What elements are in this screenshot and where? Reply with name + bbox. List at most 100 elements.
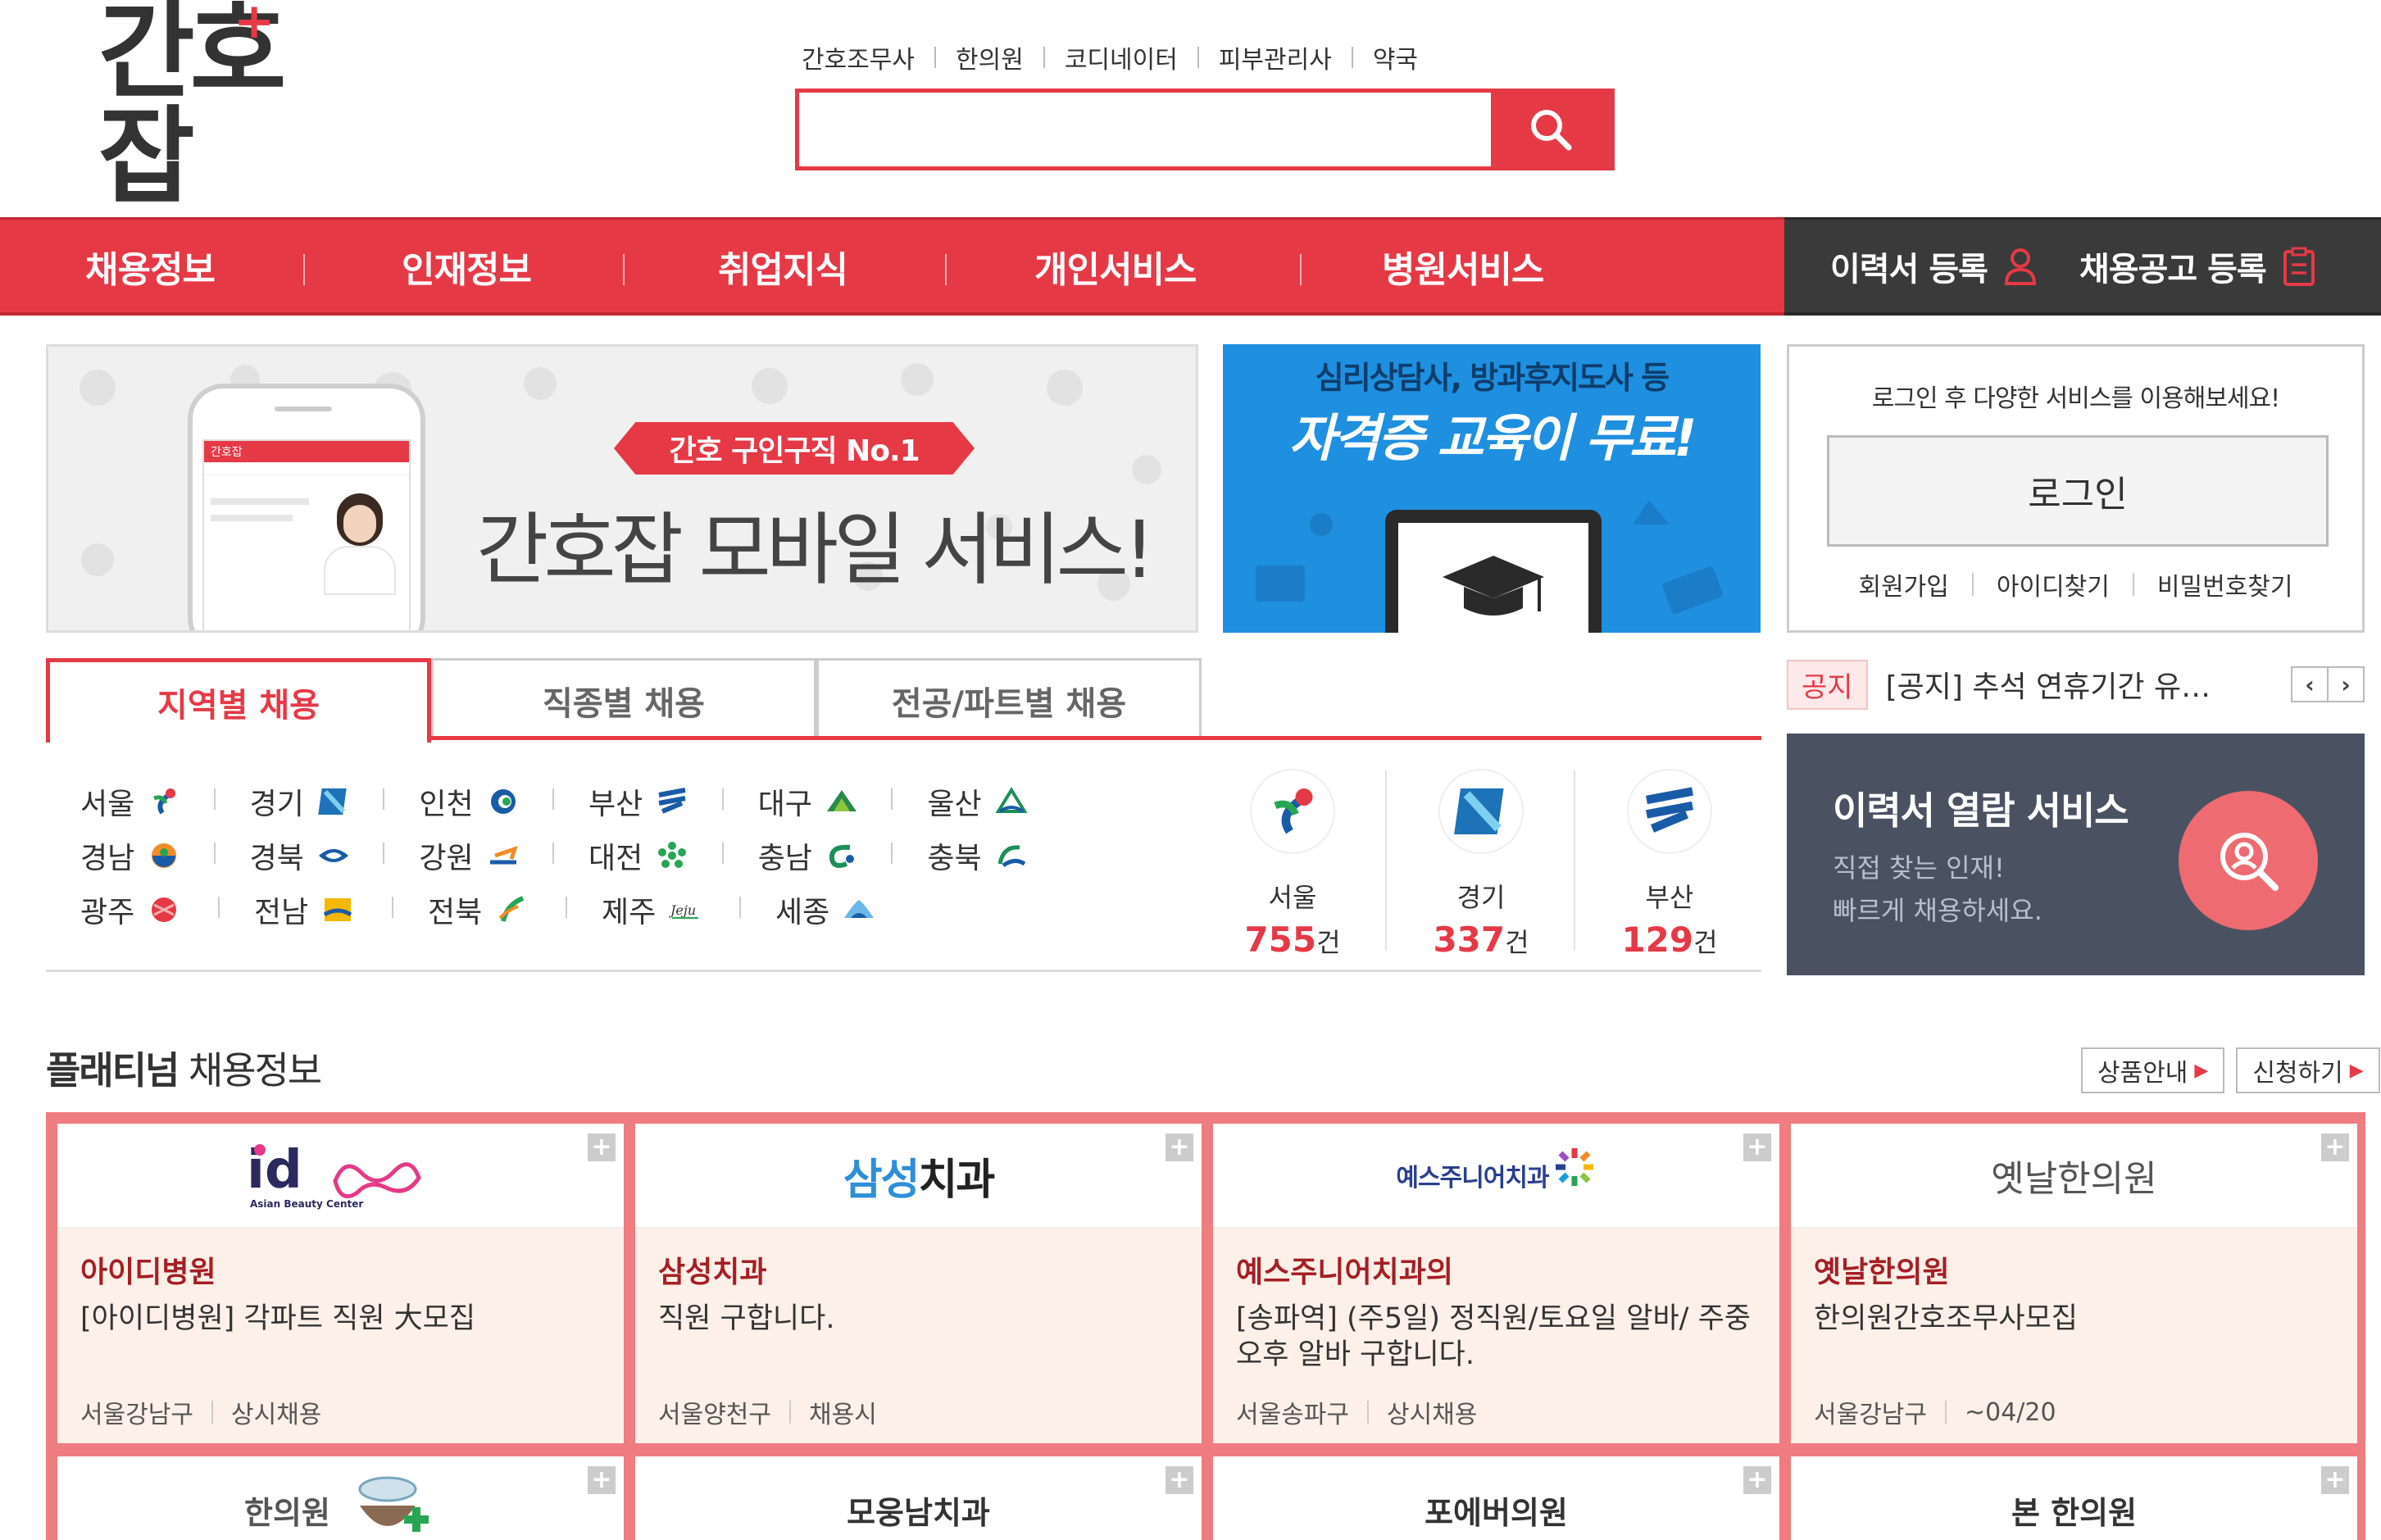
add-favorite-icon[interactable]: + xyxy=(1166,1133,1193,1161)
region-link-chungnam[interactable]: 충남 xyxy=(758,834,928,877)
tab-major-part-jobs[interactable]: 전공/파트별 채용 xyxy=(816,658,1202,740)
region-link-gyeonggi[interactable]: 경기 xyxy=(250,780,420,823)
tab-occupation-jobs[interactable]: 직종별 채용 xyxy=(431,658,816,740)
region-link-jeju[interactable]: 제주 Jeju xyxy=(602,888,775,931)
region-stat-seoul[interactable]: 서울 755건 xyxy=(1198,762,1387,963)
nav-item-hospital-service[interactable]: 병원서비스 xyxy=(1382,220,1544,312)
login-button[interactable]: 로그인 xyxy=(1827,435,2329,547)
apply-button[interactable]: 신청하기 ▶ xyxy=(2236,1047,2380,1093)
search-button[interactable] xyxy=(1491,93,1611,166)
job-card[interactable]: 본 한의원 + xyxy=(1791,1456,2357,1540)
yes-junior-dental-logo: 예스주니어치과 xyxy=(1396,1164,1549,1192)
jeonnam-emblem-icon xyxy=(323,898,352,921)
add-favorite-icon[interactable]: + xyxy=(1743,1133,1771,1161)
region-link-gangwon[interactable]: 강원 xyxy=(419,834,588,877)
nav-item-talent[interactable]: 인재정보 xyxy=(402,220,532,312)
svg-text:Jeju: Jeju xyxy=(669,902,696,918)
site-logo[interactable]: 간호잡 + xyxy=(98,0,369,210)
busan-emblem-icon xyxy=(658,788,686,814)
top-cat-link[interactable]: 코디네이터 xyxy=(1045,39,1197,75)
add-favorite-icon[interactable]: + xyxy=(2321,1133,2349,1161)
login-button-label: 로그인 xyxy=(2028,474,2128,516)
region-link-gyeongnam[interactable]: 경남 xyxy=(80,834,250,877)
card-logo: 모웅남치과 + xyxy=(635,1456,1202,1540)
job-post-register-button[interactable]: 채용공고 등록 xyxy=(2079,243,2315,290)
region-link-daegu[interactable]: 대구 xyxy=(758,780,928,823)
region-link-daejeon[interactable]: 대전 xyxy=(588,834,758,877)
region-link-sejong[interactable]: 세종 xyxy=(775,888,949,931)
divider xyxy=(1300,254,1302,285)
platinum-job-grid: id Asian Beauty Center + 아이디병원 [아이디병원] 각… xyxy=(46,1112,2365,1540)
clinic-name-text: 모웅남치과 xyxy=(847,1494,990,1531)
jeonbuk-emblem-icon xyxy=(498,896,525,922)
platinum-section-title: 플래티넘 채용정보 xyxy=(46,1048,322,1093)
card-logo: 본 한의원 + xyxy=(1791,1456,2357,1540)
notice-next-button[interactable]: › xyxy=(2329,668,2363,701)
region-stat-gyeonggi[interactable]: 경기 337건 xyxy=(1387,762,1575,963)
top-cat-link[interactable]: 한의원 xyxy=(936,39,1043,75)
region-link-gyeongbuk[interactable]: 경북 xyxy=(250,834,420,877)
arrow-right-icon: ▶ xyxy=(2194,1060,2209,1081)
card-hospital-name: 삼성치과 xyxy=(658,1256,767,1289)
job-card[interactable]: 한의원 + xyxy=(57,1456,624,1540)
add-favorite-icon[interactable]: + xyxy=(1166,1466,1193,1494)
nav-item-career-knowledge[interactable]: 취업지식 xyxy=(718,220,848,312)
mobile-service-banner[interactable]: 간호잡 간호 구인구직 No.1 간호잡 모바일 서비스! xyxy=(46,344,1198,633)
job-card[interactable]: 옛날한의원 + 옛날한의원 한의원간호조무사모집 서울강남구 ~04/20 xyxy=(1791,1124,2357,1443)
find-password-link[interactable]: 비밀번호찾기 xyxy=(2134,566,2316,602)
notice-text[interactable]: [공지] 추석 연휴기간 유… xyxy=(1886,663,2271,706)
top-cat-link[interactable]: 피부관리사 xyxy=(1199,39,1352,75)
top-cat-link[interactable]: 간호조무사 xyxy=(795,39,934,75)
add-favorite-icon[interactable]: + xyxy=(588,1133,616,1161)
region-link-jeonnam[interactable]: 전남 xyxy=(254,888,428,931)
resume-register-button[interactable]: 이력서 등록 xyxy=(1830,243,2037,290)
phone-app-header: 간호잡 xyxy=(204,441,409,462)
job-card[interactable]: id Asian Beauty Center + 아이디병원 [아이디병원] 각… xyxy=(57,1124,624,1443)
logo-plus: + xyxy=(234,0,275,50)
nav-item-jobs[interactable]: 채용정보 xyxy=(85,220,216,312)
tab-region-jobs[interactable]: 지역별 채용 xyxy=(46,658,431,743)
region-stat-busan[interactable]: 부산 129건 xyxy=(1575,762,1764,963)
card-description: 직원 구합니다. xyxy=(658,1302,835,1335)
region-label: 부산 xyxy=(588,788,643,821)
region-label: 전남 xyxy=(254,896,309,929)
search-bar xyxy=(795,89,1615,170)
search-input[interactable] xyxy=(799,93,1491,166)
herbal-bowl-icon xyxy=(358,1476,429,1532)
section-divider xyxy=(46,970,1761,972)
nav-action-bar: 이력서 등록 채용공고 등록 xyxy=(1784,217,2381,316)
gwangju-emblem-icon xyxy=(152,897,177,922)
product-guide-button[interactable]: 상품안내 ▶ xyxy=(2081,1047,2225,1093)
job-card[interactable]: 모웅남치과 + xyxy=(635,1456,1202,1540)
resume-browse-service-banner[interactable]: 이력서 열람 서비스 직접 찾는 인재! 빠르게 채용하세요. xyxy=(1787,734,2365,975)
region-link-seoul[interactable]: 서울 xyxy=(80,780,250,823)
signup-link[interactable]: 회원가입 xyxy=(1835,566,1971,602)
add-favorite-icon[interactable]: + xyxy=(1743,1466,1771,1494)
region-link-busan[interactable]: 부산 xyxy=(588,780,758,823)
region-link-gwangju[interactable]: 광주 xyxy=(80,888,254,931)
job-card[interactable]: 삼성치과 + 삼성치과 직원 구합니다. 서울양천구 채용시 xyxy=(635,1124,1202,1443)
region-label: 경북 xyxy=(249,842,304,875)
add-favorite-icon[interactable]: + xyxy=(588,1466,616,1494)
region-link-chungbuk[interactable]: 충북 xyxy=(927,834,1097,877)
phone-model-figure xyxy=(319,488,401,595)
add-favorite-icon[interactable]: + xyxy=(2321,1466,2349,1494)
card-logo: 한의원 + xyxy=(57,1456,624,1540)
region-link-ulsan[interactable]: 울산 xyxy=(927,780,1097,823)
region-label: 경남 xyxy=(80,842,135,875)
notice-prev-button[interactable]: ‹ xyxy=(2292,668,2329,701)
region-link-jeonbuk[interactable]: 전북 xyxy=(428,888,602,931)
oriental-clinic-logo-text: 한의원 xyxy=(244,1494,330,1531)
banner-ribbon: 간호 구인구직 No.1 xyxy=(614,422,975,475)
id-hospital-logo: id Asian Beauty Center xyxy=(247,1140,421,1210)
find-id-link[interactable]: 아이디찾기 xyxy=(1974,566,2133,602)
top-cat-link[interactable]: 약국 xyxy=(1353,39,1438,75)
job-card[interactable]: 포에버의원 + xyxy=(1213,1456,1779,1540)
certificate-education-banner[interactable]: 심리상담사, 방과후지도사 등 자격증 교육이 무료! xyxy=(1223,344,1761,633)
nav-item-personal-service[interactable]: 개인서비스 xyxy=(1034,220,1197,312)
region-link-incheon[interactable]: 인천 xyxy=(419,780,588,823)
job-card[interactable]: 예스주니어치과 + 예스주니어치과의 [송파역] (주5일) 정직원/토요일 알… xyxy=(1213,1124,1779,1443)
busan-emblem-icon xyxy=(1627,769,1712,854)
card-description: 한의원간호조무사모집 xyxy=(1814,1302,2079,1335)
job-post-register-label: 채용공고 등록 xyxy=(2079,250,2267,288)
